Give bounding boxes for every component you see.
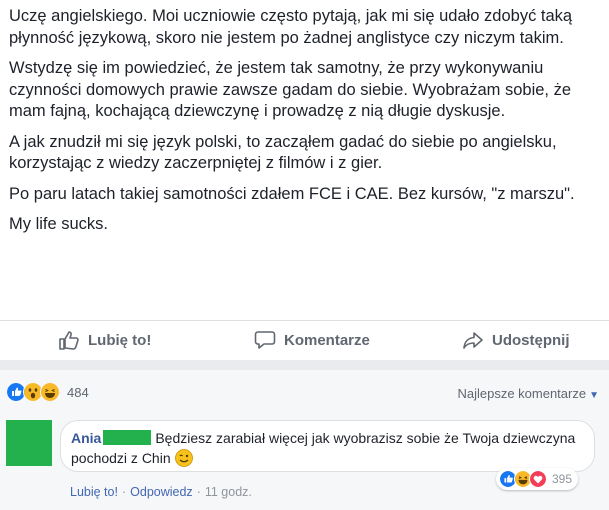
comment-reply-link[interactable]: Odpowiedz	[130, 485, 193, 499]
reactions-summary[interactable]: 484	[6, 382, 89, 402]
post-paragraph-1: Uczę angielskiego. Moi uczniowie często …	[9, 7, 573, 47]
winking-smiley-icon	[174, 449, 193, 467]
post-paragraph-3: A jak znudził mi się język polski, to za…	[9, 132, 557, 173]
post-text: Uczę angielskiego. Moi uczniowie często …	[9, 6, 605, 245]
comment-sort-dropdown[interactable]: Najlepsze komentarze ▼	[457, 386, 599, 401]
like-label: Lubię to!	[88, 331, 152, 349]
caret-down-icon: ▼	[589, 390, 599, 401]
censored-name	[103, 430, 152, 445]
comment-icon	[254, 331, 276, 349]
comment-actions: Lubię to! · Odpowiedz · 11 godz.	[70, 485, 252, 499]
share-button[interactable]: Udostępnij	[462, 330, 570, 350]
share-label: Udostępnij	[492, 331, 570, 349]
comment-reactions-badge[interactable]: 395	[496, 468, 579, 490]
thumbs-up-icon	[59, 331, 79, 350]
comment-like-link[interactable]: Lubię to!	[70, 485, 118, 499]
separator: ·	[121, 485, 127, 499]
comment-bubble: Ania Będziesz zarabiał więcej jak wyobraz…	[60, 420, 595, 472]
post-paragraph-2: Wstydzę się im powiedzieć, że jestem tak…	[9, 59, 572, 120]
post-actions-bar: Lubię to! Komentarze Udostępnij	[0, 320, 609, 361]
reactions-count: 484	[67, 384, 89, 400]
haha-icon	[40, 382, 60, 402]
comment-button[interactable]: Komentarze	[254, 330, 370, 350]
like-button[interactable]: Lubię to!	[58, 330, 151, 350]
post-paragraph-5: My life sucks.	[9, 215, 109, 233]
separator: ·	[196, 485, 201, 499]
avatar[interactable]	[6, 420, 52, 466]
post: Uczę angielskiego. Moi uczniowie często …	[0, 0, 609, 320]
post-paragraph-4: Po paru latach takiej samotności zdałem …	[9, 184, 575, 203]
share-icon	[463, 332, 483, 349]
love-icon	[529, 470, 547, 488]
comments-section: 484 Najlepsze komentarze ▼ Ania Będziesz z…	[0, 370, 609, 510]
comment-reaction-count: 395	[552, 472, 573, 486]
comment-label: Komentarze	[284, 331, 370, 349]
comment-author[interactable]: Ania	[71, 430, 101, 446]
comment-time[interactable]: 11 godz.	[205, 485, 252, 499]
sort-label: Najlepsze komentarze	[457, 386, 587, 401]
divider	[0, 360, 609, 370]
